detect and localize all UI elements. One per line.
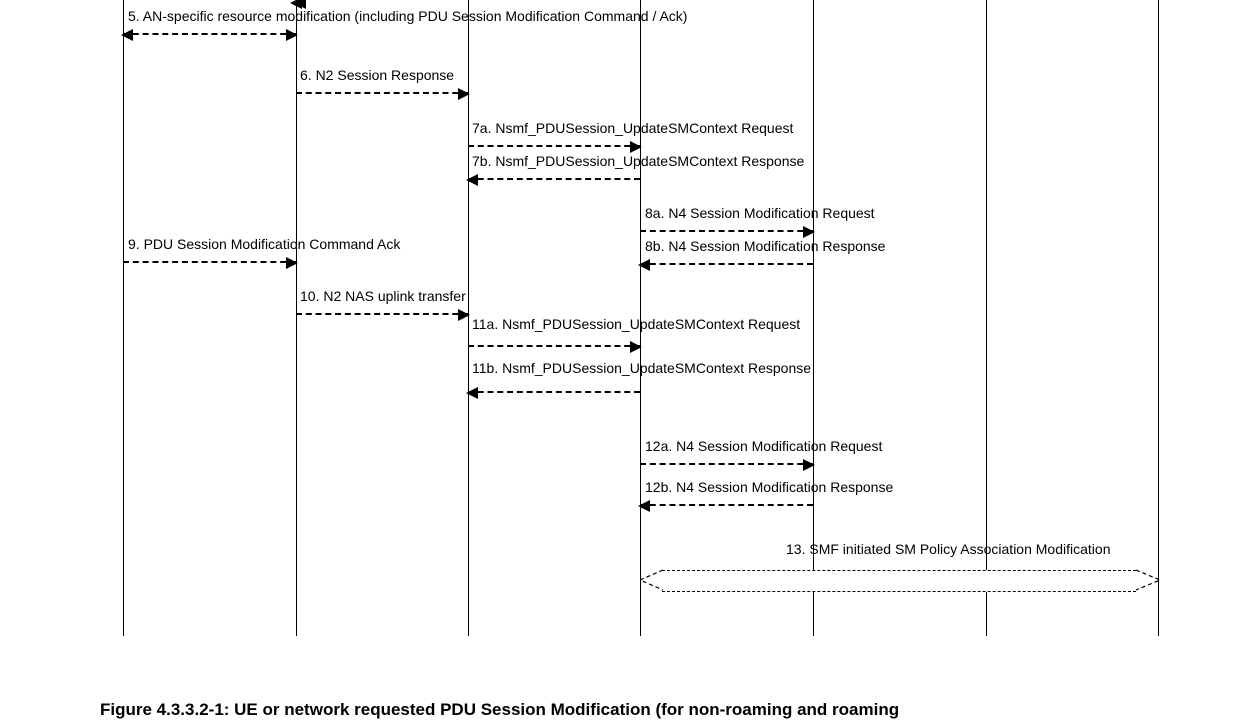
arrow-12a (640, 463, 813, 465)
msg-11a-label: 11a. Nsmf_PDUSession_UpdateSMContext Req… (472, 316, 800, 332)
arrow-8a (640, 230, 813, 232)
msg-8a-label: 8a. N4 Session Modification Request (645, 205, 875, 221)
arrow-10 (296, 313, 468, 315)
lifeline-1 (123, 0, 124, 636)
arrow-7b (468, 178, 640, 180)
sequence-diagram: 5. AN-specific resource modification (in… (0, 0, 1246, 722)
figure-caption: Figure 4.3.3.2-1: UE or network requeste… (100, 700, 899, 720)
msg-7b-label: 7b. Nsmf_PDUSession_UpdateSMContext Resp… (472, 153, 804, 169)
msg-13-label: 13. SMF initiated SM Policy Association … (786, 541, 1110, 557)
msg-12a-label: 12a. N4 Session Modification Request (645, 438, 882, 454)
msg-11b-label: 11b. Nsmf_PDUSession_UpdateSMContext Res… (472, 360, 811, 376)
msg-6-label: 6. N2 Session Response (300, 67, 454, 83)
msg-10-label: 10. N2 NAS uplink transfer (300, 288, 466, 304)
msg-9-label: 9. PDU Session Modification Command Ack (128, 236, 400, 252)
arrow-13-head-left (636, 560, 664, 600)
arrow-13-body (662, 570, 1136, 592)
msg-8b-label: 8b. N4 Session Modification Response (645, 238, 885, 254)
arrow-12b (640, 504, 813, 506)
arrow-8b (640, 263, 813, 265)
lifeline-7 (1158, 0, 1159, 636)
arrow-13-head-right (1134, 560, 1164, 600)
msg-12b-label: 12b. N4 Session Modification Response (645, 479, 893, 495)
lifeline-2 (296, 0, 297, 636)
arrow-7a (468, 145, 640, 147)
arrow-5 (123, 33, 296, 35)
arrow-9 (123, 261, 296, 263)
arrow-11b (468, 391, 640, 393)
msg-5-label: 5. AN-specific resource modification (in… (128, 8, 687, 24)
arrow-6 (296, 92, 468, 94)
arrow-11a (468, 345, 640, 347)
msg-7a-label: 7a. Nsmf_PDUSession_UpdateSMContext Requ… (472, 120, 793, 136)
